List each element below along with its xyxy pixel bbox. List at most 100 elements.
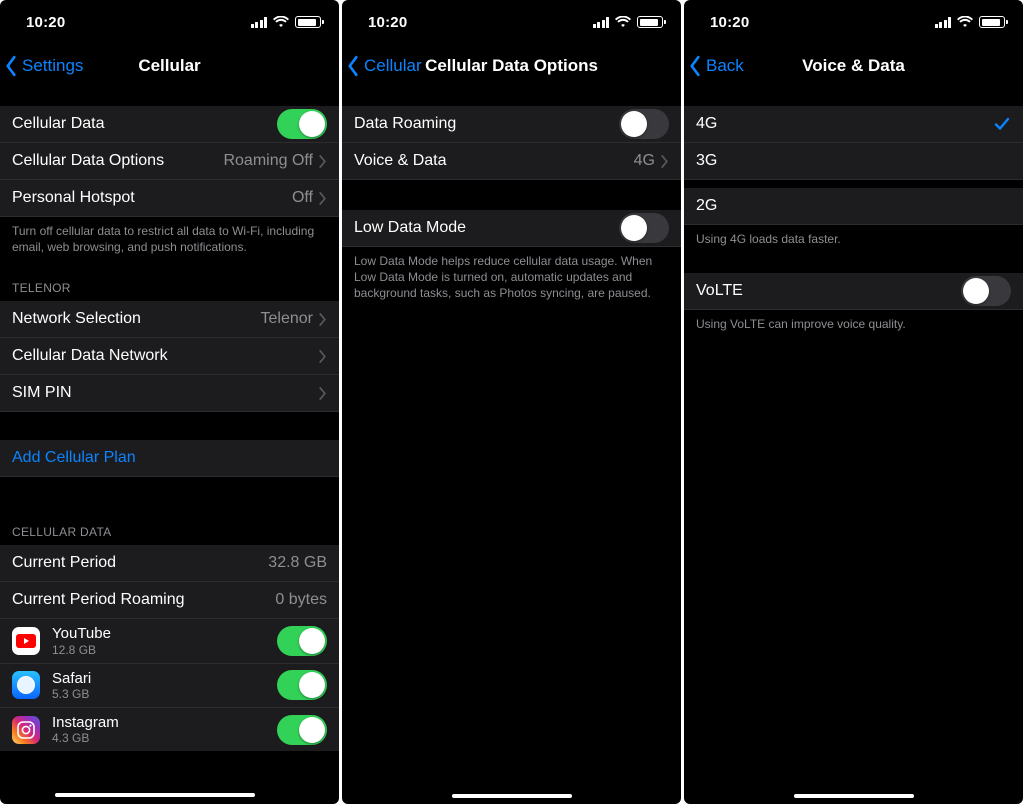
home-indicator[interactable] [452,794,572,798]
group-header-usage: Cellular Data [0,477,339,545]
status-icons [251,16,322,28]
signal-icon [935,17,952,28]
back-label: Back [706,56,744,76]
row-label: SIM PIN [12,384,319,402]
status-time: 10:20 [368,14,407,31]
row-app-safari[interactable]: Safari 5.3 GB [0,664,339,708]
row-volte[interactable]: VoLTE [684,273,1023,310]
back-button[interactable]: Back [688,44,744,88]
row-label: Network Selection [12,310,261,328]
row-label: Low Data Mode [354,219,619,237]
row-data-roaming[interactable]: Data Roaming [342,106,681,143]
toggle-volte[interactable] [961,276,1011,306]
row-value: Off [292,189,313,207]
safari-icon [12,671,40,699]
back-label: Cellular [364,56,422,76]
back-label: Settings [22,56,83,76]
app-usage: 5.3 GB [52,687,277,701]
toggle-app-safari[interactable] [277,670,327,700]
back-button[interactable]: Cellular [346,44,422,88]
footer-note: Turn off cellular data to restrict all d… [0,217,339,259]
row-cellular-data-network[interactable]: Cellular Data Network [0,338,339,375]
row-label: Cellular Data Network [12,347,319,365]
status-bar: 10:20 [342,0,681,44]
row-value: 32.8 GB [268,554,327,572]
chevron-right-icon [319,387,327,400]
toggle-app-youtube[interactable] [277,626,327,656]
row-label: VoLTE [696,282,961,300]
row-label: Add Cellular Plan [12,449,327,467]
app-usage: 4.3 GB [52,731,277,745]
chevron-right-icon [319,350,327,363]
chevron-left-icon [346,55,360,77]
row-low-data-mode[interactable]: Low Data Mode [342,210,681,247]
page-title: Cellular [138,56,200,76]
row-value: Roaming Off [223,152,313,170]
home-indicator[interactable] [794,794,914,798]
chevron-right-icon [661,155,669,168]
status-time: 10:20 [710,14,749,31]
row-label: Current Period Roaming [12,591,275,609]
row-3g[interactable]: 3G [684,143,1023,180]
row-label: Data Roaming [354,115,619,133]
row-add-cellular-plan[interactable]: Add Cellular Plan [0,440,339,477]
status-bar: 10:20 [684,0,1023,44]
row-label: Cellular Data [12,115,277,133]
group-header-carrier: Telenor [0,259,339,301]
youtube-icon [12,627,40,655]
settings-list: 4G 3G 2G Using 4G loads data faster. VoL… [684,88,1023,336]
app-name: YouTube [52,625,277,642]
app-usage: 12.8 GB [52,643,277,657]
nav-bar: Back Voice & Data [684,44,1023,88]
row-personal-hotspot[interactable]: Personal Hotspot Off [0,180,339,217]
row-4g[interactable]: 4G [684,106,1023,143]
toggle-app-instagram[interactable] [277,715,327,745]
row-voice-and-data[interactable]: Voice & Data 4G [342,143,681,180]
row-label: 3G [696,152,1011,170]
battery-icon [637,16,663,28]
back-button[interactable]: Settings [4,44,83,88]
battery-icon [979,16,1005,28]
row-current-period-roaming: Current Period Roaming 0 bytes [0,582,339,619]
nav-bar: Cellular Cellular Data Options [342,44,681,88]
instagram-icon [12,716,40,744]
toggle-cellular-data[interactable] [277,109,327,139]
wifi-icon [957,16,973,28]
row-label: 2G [696,197,1011,215]
signal-icon [593,17,610,28]
signal-icon [251,17,268,28]
chevron-left-icon [688,55,702,77]
row-2g[interactable]: 2G [684,188,1023,225]
status-bar: 10:20 [0,0,339,44]
footer-note: Using VoLTE can improve voice quality. [684,310,1023,336]
row-label: 4G [696,115,993,133]
toggle-low-data-mode[interactable] [619,213,669,243]
screen-voice-and-data: 10:20 Back Voice & Data 4G 3G [684,0,1023,804]
battery-icon [295,16,321,28]
row-sim-pin[interactable]: SIM PIN [0,375,339,412]
row-cellular-data-options[interactable]: Cellular Data Options Roaming Off [0,143,339,180]
scroll-indicator [55,793,255,797]
app-name: Safari [52,670,277,687]
chevron-right-icon [319,313,327,326]
screen-cellular: 10:20 Settings Cellular Cellular Data Ce… [0,0,339,804]
settings-list: Cellular Data Cellular Data Options Roam… [0,88,339,751]
row-label: Current Period [12,554,268,572]
toggle-data-roaming[interactable] [619,109,669,139]
app-name: Instagram [52,714,277,731]
row-app-youtube[interactable]: YouTube 12.8 GB [0,619,339,663]
row-label: Voice & Data [354,152,634,170]
row-cellular-data[interactable]: Cellular Data [0,106,339,143]
row-current-period: Current Period 32.8 GB [0,545,339,582]
row-app-instagram[interactable]: Instagram 4.3 GB [0,708,339,751]
page-title: Voice & Data [802,56,905,76]
checkmark-icon [993,115,1011,133]
wifi-icon [615,16,631,28]
chevron-right-icon [319,155,327,168]
wifi-icon [273,16,289,28]
row-value: 4G [634,152,655,170]
row-value: 0 bytes [275,591,327,609]
row-network-selection[interactable]: Network Selection Telenor [0,301,339,338]
status-time: 10:20 [26,14,65,31]
status-icons [935,16,1006,28]
